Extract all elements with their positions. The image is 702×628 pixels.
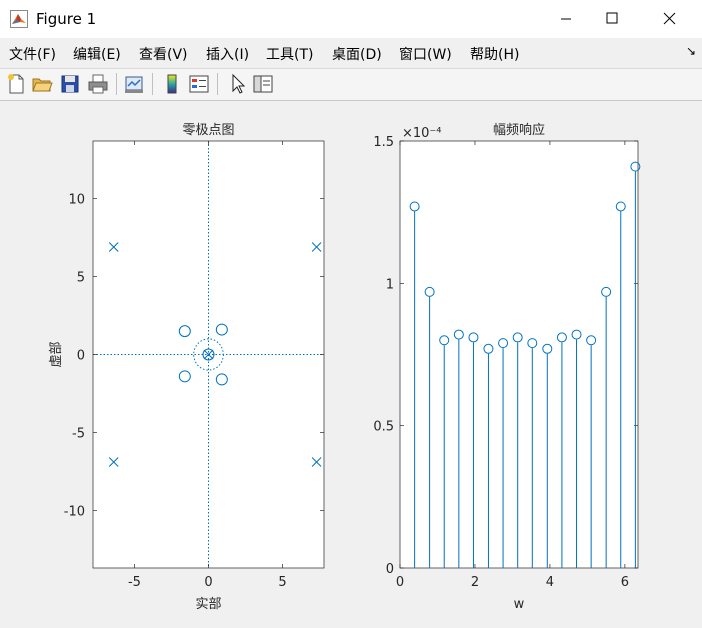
dock-arrow-icon[interactable]: ↘	[686, 44, 696, 58]
toolbar-separator	[152, 73, 153, 95]
mag-ytick-label: 1.5	[373, 135, 394, 150]
minimize-button[interactable]	[543, 0, 589, 38]
mag-ytick-label: 0.5	[373, 420, 394, 435]
figure-area: -5 0 5 10 5 0 -5 -10 零极点图实部 虚部 0 2 4 6 1.5 1 0.5 0 ×10⁻⁴ 幅频…	[0, 101, 702, 628]
menu-view[interactable]: 查看(V)	[139, 44, 188, 64]
pz-ytick-label: 0	[77, 349, 85, 364]
menu-tools[interactable]: 工具(T)	[266, 44, 313, 64]
mag-xtick-label: 6	[621, 575, 629, 590]
toolbar	[0, 68, 702, 101]
pz-xlabel: 实部	[195, 597, 221, 612]
pz-xtick-label: 5	[278, 575, 286, 590]
link-plot-icon[interactable]	[122, 72, 146, 96]
pointer-icon[interactable]	[225, 72, 249, 96]
menu-window[interactable]: 窗口(W)	[399, 44, 452, 64]
new-figure-icon[interactable]	[4, 72, 28, 96]
menu-help[interactable]: 帮助(H)	[470, 44, 519, 64]
mag-xtick-label: 0	[396, 575, 404, 590]
save-icon[interactable]	[58, 72, 82, 96]
mag-xtick-label: 4	[546, 575, 554, 590]
menu-bar: 文件(F) 编辑(E) 查看(V) 插入(I) 工具(T) 桌面(D) 窗口(W…	[0, 38, 702, 68]
toolbar-separator	[217, 73, 218, 95]
pz-title: 零极点图	[182, 123, 234, 138]
mag-ytick-label: 1	[386, 277, 394, 292]
mag-xlabel: w	[514, 597, 525, 612]
title-bar: Figure 1	[0, 0, 702, 38]
figure-canvas: -5 0 5 10 5 0 -5 -10 零极点图实部 虚部 0 2 4 6 1.5 1 0.5 0 ×10⁻⁴ 幅频…	[49, 122, 641, 612]
toolbar-separator	[116, 73, 117, 95]
pz-ytick-label: -10	[64, 504, 85, 519]
mag-ytick-label: 0	[386, 562, 394, 577]
maximize-button[interactable]	[589, 0, 635, 38]
menu-insert[interactable]: 插入(I)	[206, 44, 249, 64]
pz-xtick-label: 0	[204, 575, 212, 590]
window-title: Figure 1	[36, 10, 97, 28]
pz-xtick-label: -5	[128, 575, 141, 590]
matlab-icon	[10, 10, 28, 28]
menu-edit[interactable]: 编辑(E)	[73, 44, 121, 64]
close-button[interactable]	[646, 0, 692, 38]
mag-axes-box	[399, 140, 639, 569]
open-file-icon[interactable]	[30, 72, 54, 96]
pz-ytick-label: -5	[72, 426, 85, 441]
pz-ytick-label: 10	[68, 193, 85, 208]
legend-icon[interactable]	[187, 72, 211, 96]
print-icon[interactable]	[86, 72, 110, 96]
mag-title: 幅频响应	[493, 122, 545, 138]
property-editor-icon[interactable]	[251, 72, 275, 96]
menu-file[interactable]: 文件(F)	[9, 44, 56, 64]
pz-ylabel: 虚部	[49, 341, 64, 367]
menu-desktop[interactable]: 桌面(D)	[332, 44, 382, 64]
colorbar-icon[interactable]	[160, 72, 184, 96]
mag-exponent-label: ×10⁻⁴	[402, 126, 442, 141]
mag-xtick-label: 2	[471, 575, 479, 590]
pz-ytick-label: 5	[77, 271, 85, 286]
